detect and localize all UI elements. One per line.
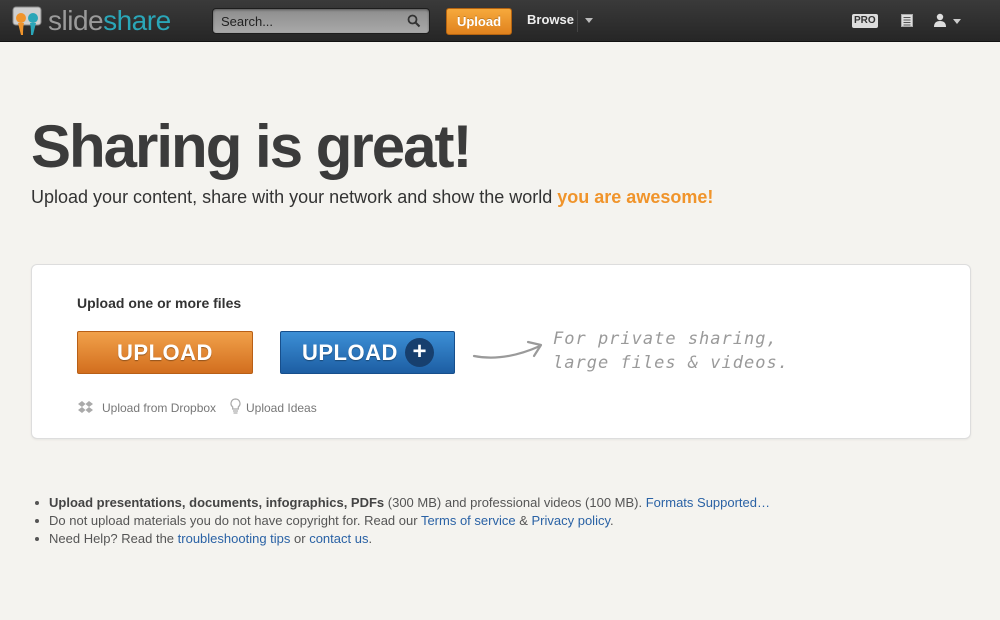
note-help-text: Need Help? Read the (49, 531, 178, 546)
note-formats-text: (300 MB) and professional videos (100 MB… (384, 495, 646, 510)
browse-divider (577, 10, 578, 32)
notebook-icon[interactable] (901, 14, 913, 27)
slideshare-logo-icon (12, 6, 42, 35)
private-sharing-note-line-2: large files & videos. (553, 353, 789, 373)
page-subtitle-accent: you are awesome! (557, 187, 714, 207)
privacy-policy-link[interactable]: Privacy policy (531, 513, 610, 528)
user-icon[interactable] (933, 13, 947, 27)
private-sharing-note-line-1: For private sharing, (553, 329, 778, 349)
slideshare-logo[interactable]: slideshare (10, 3, 171, 39)
top-navbar: slideshare Upload Browse PRO (0, 0, 1000, 42)
upload-button[interactable]: UPLOAD (77, 331, 253, 374)
hand-drawn-arrow-icon (472, 340, 543, 359)
browse-caret-icon[interactable] (585, 18, 593, 23)
list-item: Need Help? Read the troubleshooting tips… (33, 530, 770, 548)
pro-badge[interactable]: PRO (852, 14, 878, 28)
terms-of-service-link[interactable]: Terms of service (421, 513, 516, 528)
note-period: . (368, 531, 373, 546)
search-input[interactable] (213, 9, 403, 33)
logo-wordmark-slide: slide (48, 5, 104, 36)
troubleshooting-tips-link[interactable]: troubleshooting tips (178, 531, 291, 546)
formats-supported-link[interactable]: Formats Supported… (646, 495, 770, 510)
note-amp: & (515, 513, 532, 528)
list-item: Upload presentations, documents, infogra… (33, 494, 770, 512)
private-sharing-note: For private sharing, large files & videos… (553, 327, 789, 375)
upload-nav-button[interactable]: Upload (446, 8, 512, 35)
browse-menu[interactable]: Browse (527, 12, 574, 27)
note-copyright-text: Do not upload materials you do not have … (49, 513, 421, 528)
dropbox-icon[interactable] (78, 400, 93, 414)
user-menu-caret-icon[interactable] (953, 19, 961, 24)
page-title: Sharing is great! (31, 113, 472, 180)
note-period: . (610, 513, 614, 528)
upload-ideas-link[interactable]: Upload Ideas (246, 401, 317, 415)
list-item: Do not upload materials you do not have … (33, 512, 770, 530)
logo-wordmark-share: share (103, 5, 171, 36)
upload-from-dropbox-link[interactable]: Upload from Dropbox (102, 401, 216, 415)
search-box (212, 8, 430, 34)
logo-wordmark: slideshare (48, 5, 171, 37)
upload-card-title: Upload one or more files (77, 295, 242, 311)
upload-notes-list: Upload presentations, documents, infogra… (33, 494, 770, 548)
page-subtitle-text: Upload your content, share with your net… (31, 187, 558, 207)
note-formats-bold: Upload presentations, documents, infogra… (49, 495, 385, 510)
page-subtitle: Upload your content, share with your net… (31, 187, 713, 208)
plus-icon: + (405, 338, 434, 367)
contact-us-link[interactable]: contact us (309, 531, 368, 546)
search-icon[interactable] (407, 14, 421, 28)
note-or: or (290, 531, 310, 546)
lightbulb-icon[interactable] (230, 398, 241, 414)
upload-pro-button-label: UPLOAD (302, 340, 398, 365)
